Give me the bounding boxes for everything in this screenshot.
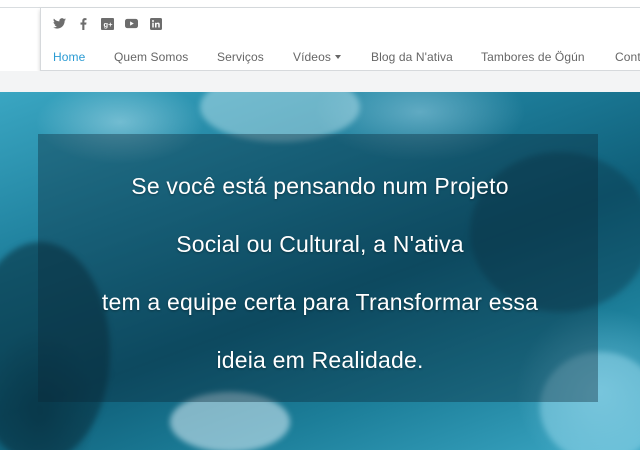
nav-item-home[interactable]: Home bbox=[53, 50, 85, 64]
svg-text:g+: g+ bbox=[104, 20, 114, 29]
hero-line-1: Se você está pensando num Projeto bbox=[131, 173, 509, 199]
hero-line-4: ideia em Realidade. bbox=[216, 347, 424, 373]
social-links: g+ bbox=[53, 17, 162, 30]
youtube-icon[interactable] bbox=[125, 17, 138, 30]
nav-item-videos[interactable]: Vídeos bbox=[293, 50, 341, 64]
top-strip bbox=[0, 0, 640, 8]
facebook-icon[interactable] bbox=[77, 17, 90, 30]
hero-banner: Se você está pensando num Projeto Social… bbox=[0, 92, 640, 450]
linkedin-icon[interactable] bbox=[149, 17, 162, 30]
nav-item-videos-label: Vídeos bbox=[293, 50, 331, 64]
nav-item-tambores[interactable]: Tambores de Ögún bbox=[481, 50, 585, 64]
nav-item-servicos[interactable]: Serviços bbox=[217, 50, 264, 64]
hero-line-2: Social ou Cultural, a N'ativa bbox=[176, 231, 464, 257]
hero-headline: Se você está pensando num Projeto Social… bbox=[0, 157, 640, 389]
twitter-icon[interactable] bbox=[53, 17, 66, 30]
main-navigation: Home Quem Somos Serviços Vídeos Blog da … bbox=[41, 46, 640, 71]
nav-item-blog[interactable]: Blog da N'ativa bbox=[371, 50, 453, 64]
header-gap bbox=[0, 71, 640, 92]
google-plus-icon[interactable]: g+ bbox=[101, 17, 114, 30]
nav-item-quem-somos[interactable]: Quem Somos bbox=[114, 50, 188, 64]
nav-item-contato[interactable]: Conta bbox=[615, 50, 640, 64]
hero-line-3: tem a equipe certa para Transformar essa bbox=[101, 289, 539, 315]
caret-down-icon bbox=[334, 54, 341, 59]
site-header: g+ Home Quem Somos Serviços Vídeos Blog … bbox=[40, 8, 640, 71]
